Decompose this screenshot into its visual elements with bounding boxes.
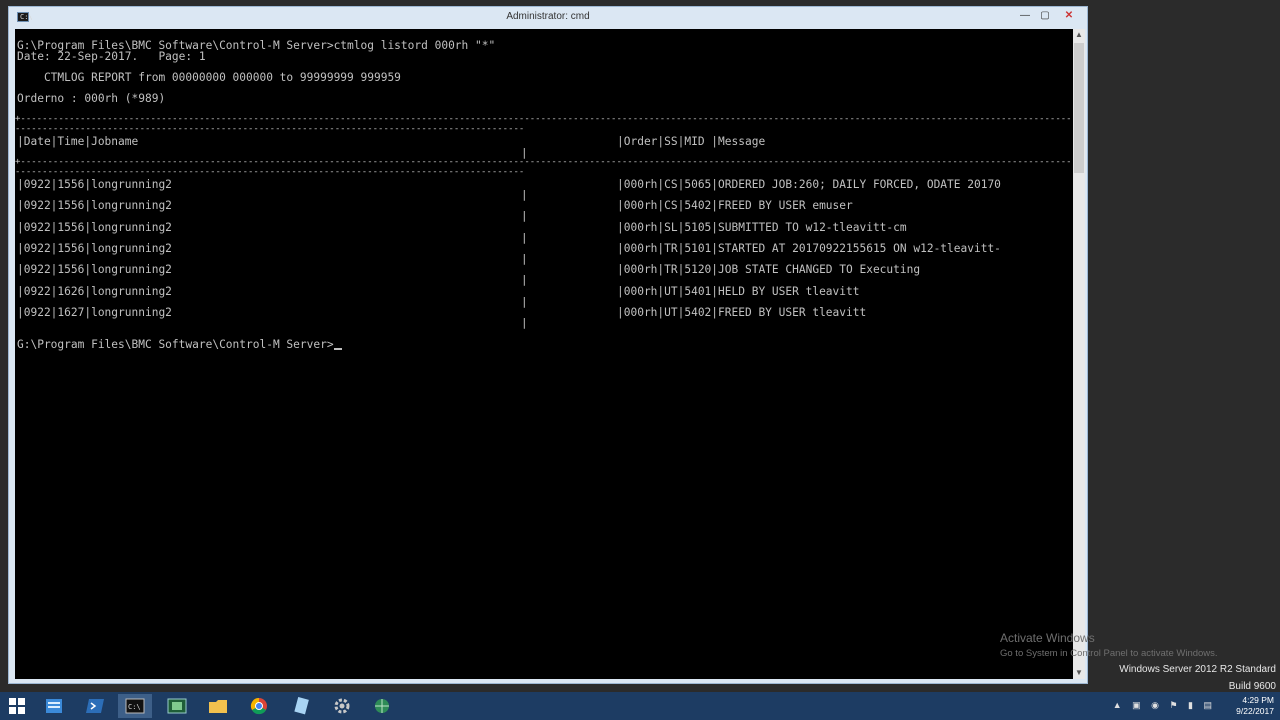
taskbar: C:\ ▲ ▣ ◉ ⚑ ▮ ▤ 4:29 PM 9/22/2017 (0, 692, 1280, 720)
column-divider: | (521, 252, 528, 265)
control-m-icon[interactable] (160, 694, 194, 718)
minimize-button[interactable]: — (1015, 9, 1035, 23)
clock-date: 9/22/2017 (1236, 706, 1274, 716)
log-row-left: |0922|1556|longrunning2 (17, 263, 172, 276)
server-manager-icon[interactable] (37, 694, 71, 718)
column-divider: | (521, 316, 528, 329)
orderno-line: Orderno : 000rh (*989) (17, 92, 166, 105)
cmd-icon[interactable]: C:\ (118, 694, 152, 718)
log-row-left: |0922|1556|longrunning2 (17, 242, 172, 255)
separator-line: ----------------------------------------… (15, 125, 525, 134)
settings-icon[interactable] (325, 694, 359, 718)
console-output[interactable]: G:\Program Files\BMC Software\Control-M … (15, 29, 1073, 679)
header-right: |Order|SS|MID |Message (617, 135, 766, 148)
activation-watermark-text: Go to System in Control Panel to activat… (1000, 648, 1218, 659)
svg-text:C:\: C:\ (128, 703, 141, 711)
report-line: CTMLOG REPORT from 00000000 000000 to 99… (17, 71, 401, 84)
cmd-window[interactable]: C:\ Administrator: cmd — ▢ ✕ G:\Program … (8, 6, 1088, 684)
column-divider: | (521, 231, 528, 244)
activation-watermark-title: Activate Windows (1000, 631, 1095, 645)
scroll-thumb[interactable] (1074, 43, 1084, 173)
separator-line: ----------------------------------------… (15, 168, 525, 177)
column-divider: | (521, 209, 528, 222)
log-row-left: |0922|1627|longrunning2 (17, 306, 172, 319)
close-button[interactable]: ✕ (1059, 9, 1079, 23)
separator-line: +---------------------------------------… (15, 115, 1073, 124)
log-row-left: |0922|1626|longrunning2 (17, 285, 172, 298)
powershell-icon[interactable] (78, 694, 112, 718)
log-row-right: |000rh|UT|5402|FREED BY USER tleavitt (617, 306, 867, 319)
log-row-right: |000rh|CS|5402|FREED BY USER emuser (617, 199, 853, 212)
log-row-left: |0922|1556|longrunning2 (17, 199, 172, 212)
window-title: Administrator: cmd (506, 11, 590, 22)
vertical-scrollbar[interactable]: ▲ ▼ (1073, 29, 1085, 679)
log-row-right: |000rh|TR|5101|STARTED AT 20170922155615… (617, 242, 1001, 255)
column-divider: | (521, 295, 528, 308)
prompt-line[interactable]: G:\Program Files\BMC Software\Control-M … (17, 338, 342, 351)
log-row-right: |000rh|TR|5120|JOB STATE CHANGED TO Exec… (617, 263, 921, 276)
chrome-icon[interactable] (242, 694, 276, 718)
taskbar-clock[interactable]: 4:29 PM 9/22/2017 (1236, 695, 1274, 717)
title-bar[interactable]: C:\ Administrator: cmd — ▢ ✕ (9, 7, 1087, 29)
scroll-up-icon[interactable]: ▲ (1073, 29, 1085, 41)
windows-start-icon[interactable] (0, 694, 34, 718)
maximize-button[interactable]: ▢ (1035, 9, 1055, 23)
clock-time: 4:29 PM (1242, 695, 1274, 705)
log-row-left: |0922|1556|longrunning2 (17, 221, 172, 234)
scroll-down-icon[interactable]: ▼ (1073, 667, 1085, 679)
file-explorer-icon[interactable] (201, 694, 235, 718)
header-left: |Date|Time|Jobname (17, 135, 139, 148)
os-build: Build 9600 (1228, 681, 1276, 692)
log-row-right: |000rh|CS|5065|ORDERED JOB:260; DAILY FO… (617, 178, 1001, 191)
text-cursor (333, 348, 342, 350)
os-edition: Windows Server 2012 R2 Standard (1119, 664, 1276, 675)
date-line: Date: 22-Sep-2017. Page: 1 (17, 50, 206, 63)
notepad-icon[interactable] (284, 694, 318, 718)
prompt-text: G:\Program Files\BMC Software\Control-M … (17, 338, 334, 351)
column-divider: | (521, 146, 528, 159)
network-icon[interactable] (366, 694, 400, 718)
column-divider: | (521, 273, 528, 286)
log-row-left: |0922|1556|longrunning2 (17, 178, 172, 191)
log-row-right: |000rh|UT|5401|HELD BY USER tleavitt (617, 285, 860, 298)
column-divider: | (521, 188, 528, 201)
separator-line: +---------------------------------------… (15, 158, 1073, 167)
system-tray-icons[interactable]: ▲ ▣ ◉ ⚑ ▮ ▤ (1113, 700, 1216, 711)
log-row-right: |000rh|SL|5105|SUBMITTED TO w12-tleavitt… (617, 221, 907, 234)
